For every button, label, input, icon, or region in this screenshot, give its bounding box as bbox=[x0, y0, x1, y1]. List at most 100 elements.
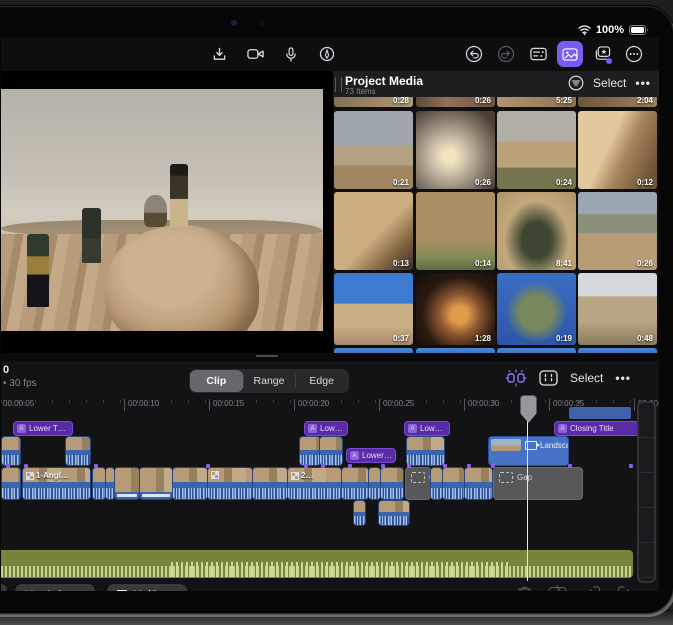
thumbnail-duration: 0:26 bbox=[475, 96, 491, 105]
playhead-line[interactable] bbox=[527, 401, 528, 581]
multicam-clip-icon bbox=[291, 472, 299, 480]
multicam-button[interactable]: Multicam bbox=[107, 584, 187, 591]
video-clip[interactable] bbox=[1, 467, 21, 500]
video-clip[interactable] bbox=[139, 467, 173, 500]
overwrite-icon[interactable] bbox=[617, 585, 635, 591]
video-clip[interactable] bbox=[380, 467, 404, 500]
preview-viewer: 00:00:37:14 41% ••• bbox=[1, 71, 331, 353]
video-clip[interactable] bbox=[299, 436, 321, 466]
preview-frame bbox=[1, 89, 323, 331]
media-thumbnail[interactable]: 0:21 bbox=[334, 111, 413, 189]
video-clip[interactable] bbox=[207, 467, 253, 500]
title-clip[interactable]: ALower… bbox=[346, 448, 396, 463]
title-clip[interactable]: AClosing Title bbox=[554, 421, 639, 436]
title-clip[interactable]: ALow… bbox=[404, 421, 450, 436]
clip-filmstrip bbox=[465, 468, 492, 482]
media-more-icon[interactable]: ••• bbox=[635, 76, 651, 90]
pencil-icon[interactable] bbox=[314, 41, 340, 67]
media-thumbnail[interactable]: 0:48 bbox=[578, 273, 657, 345]
clip-waveform bbox=[354, 516, 365, 525]
connection-dot bbox=[348, 464, 352, 468]
video-clip[interactable]: 2… bbox=[287, 467, 342, 500]
media-thumbnail[interactable]: 0:12 bbox=[578, 111, 657, 189]
video-clip[interactable] bbox=[114, 467, 140, 500]
media-thumbnail[interactable]: 0:37 bbox=[334, 273, 413, 345]
video-clip[interactable] bbox=[378, 500, 410, 526]
animate-button[interactable]: Animate bbox=[15, 584, 95, 591]
media-thumbnail[interactable]: 8:41 bbox=[497, 192, 576, 270]
insert-icon[interactable] bbox=[583, 585, 601, 591]
clip-filmstrip bbox=[407, 437, 444, 450]
gap-clip[interactable]: Gap bbox=[493, 467, 583, 500]
connection-dot bbox=[443, 464, 447, 468]
media-panel: 0:280:265:252:040:210:260:240:120:130:14… bbox=[333, 71, 659, 353]
video-clip[interactable] bbox=[92, 467, 106, 500]
media-thumbnail[interactable]: 1:28 bbox=[416, 273, 495, 345]
media-thumbnail[interactable]: 0:13 bbox=[334, 192, 413, 270]
effects-icon[interactable] bbox=[589, 41, 615, 67]
video-clip[interactable] bbox=[319, 436, 343, 466]
clip-label: Landscap… bbox=[525, 441, 569, 450]
thumbnail-duration: 0:28 bbox=[393, 96, 409, 105]
thumbnail-duration: 0:26 bbox=[475, 178, 491, 187]
media-browser-icon[interactable] bbox=[557, 41, 583, 67]
clip-waveform bbox=[465, 488, 492, 499]
more-icon[interactable] bbox=[621, 41, 647, 67]
undo-icon[interactable] bbox=[461, 41, 487, 67]
timeline-clip-bar[interactable] bbox=[569, 407, 631, 419]
video-clip[interactable] bbox=[65, 436, 91, 466]
video-clip[interactable]: 1-Angl… bbox=[22, 467, 91, 500]
media-select-button[interactable]: Select bbox=[593, 76, 626, 90]
footer-partial-button[interactable] bbox=[1, 584, 7, 591]
media-item-count: 73 Items bbox=[345, 87, 376, 96]
person-left bbox=[82, 208, 101, 264]
clip-filmstrip bbox=[140, 468, 172, 492]
connected-video-clip[interactable]: Landscap… bbox=[488, 436, 569, 466]
import-icon[interactable] bbox=[206, 41, 232, 67]
title-badge-icon: A bbox=[408, 424, 417, 433]
mic-icon[interactable] bbox=[278, 41, 304, 67]
thumbnail-duration: 5:25 bbox=[556, 96, 572, 105]
media-thumbnail[interactable]: 0:26 bbox=[416, 111, 495, 189]
gap-clip[interactable]: G… bbox=[405, 467, 431, 500]
video-clip[interactable] bbox=[442, 467, 465, 500]
clip-waveform bbox=[288, 488, 341, 499]
clip-filmstrip bbox=[431, 468, 442, 482]
thumbnail-duration: 0:48 bbox=[637, 334, 653, 343]
video-clip[interactable] bbox=[406, 436, 445, 466]
delete-icon[interactable] bbox=[517, 585, 532, 591]
thumbnail-duration: 0:12 bbox=[637, 178, 653, 187]
clip-waveform bbox=[369, 488, 380, 499]
video-clip[interactable] bbox=[341, 467, 369, 500]
thumbnail-duration: 0:26 bbox=[637, 259, 653, 268]
video-clip[interactable] bbox=[1, 436, 21, 466]
thumbnail-duration: 0:14 bbox=[475, 259, 491, 268]
timeline-scrollbar[interactable] bbox=[637, 401, 656, 583]
video-clip[interactable] bbox=[252, 467, 288, 500]
video-clip[interactable] bbox=[353, 500, 366, 526]
connection-dot bbox=[568, 464, 572, 468]
camera-icon[interactable] bbox=[242, 41, 268, 67]
video-clip[interactable] bbox=[172, 467, 208, 500]
inspector-icon[interactable] bbox=[525, 41, 551, 67]
media-thumbnail[interactable]: 0:14 bbox=[416, 192, 495, 270]
title-clip[interactable]: ALower T… bbox=[13, 421, 73, 436]
filter-icon[interactable] bbox=[568, 75, 584, 91]
title-clip[interactable]: ALow… bbox=[304, 421, 348, 436]
connection-dot bbox=[6, 464, 10, 468]
camera-sensor-icon bbox=[259, 20, 265, 26]
clip-filmstrip bbox=[2, 437, 20, 450]
panel-grab-handle[interactable] bbox=[335, 77, 342, 92]
thumbnail-duration: 0:13 bbox=[393, 259, 409, 268]
video-clip[interactable] bbox=[464, 467, 493, 500]
redo-icon[interactable] bbox=[493, 41, 519, 67]
title-badge-icon: A bbox=[17, 424, 26, 433]
media-thumbnail[interactable]: 0:24 bbox=[497, 111, 576, 189]
disable-clip-icon[interactable] bbox=[548, 585, 567, 591]
media-thumbnail[interactable]: 0:19 bbox=[497, 273, 576, 345]
panel-divider[interactable] bbox=[1, 353, 659, 361]
connection-dot bbox=[381, 464, 385, 468]
clip-filmstrip bbox=[342, 468, 368, 482]
media-thumbnail[interactable]: 0:26 bbox=[578, 192, 657, 270]
audio-track-clip[interactable] bbox=[1, 550, 633, 578]
